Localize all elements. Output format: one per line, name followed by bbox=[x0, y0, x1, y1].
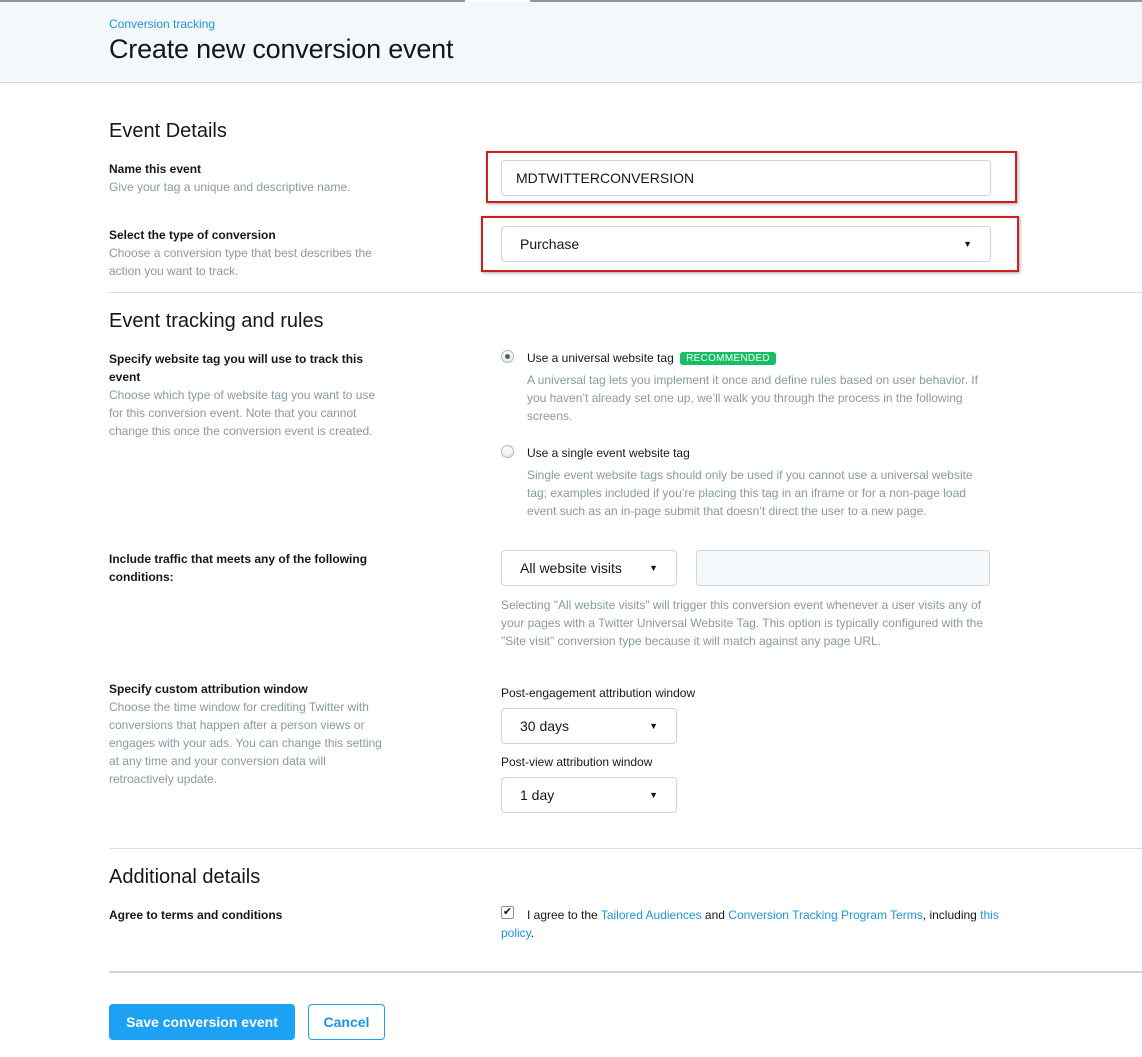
conversion-type-label: Select the type of conversion bbox=[109, 228, 276, 242]
page-header: Conversion tracking Create new conversio… bbox=[0, 2, 1142, 83]
page-title: Create new conversion event bbox=[109, 34, 454, 64]
post-engagement-select[interactable]: 30 days ▼ bbox=[501, 708, 677, 744]
chevron-down-icon: ▼ bbox=[963, 239, 972, 249]
post-view-label: Post-view attribution window bbox=[501, 755, 653, 769]
post-view-value: 1 day bbox=[520, 787, 555, 803]
terms-checkbox[interactable]: ✔ bbox=[501, 906, 514, 919]
terms-label: Agree to terms and conditions bbox=[109, 908, 283, 922]
conversion-type-help: Choose a conversion type that best descr… bbox=[109, 246, 372, 278]
cancel-button[interactable]: Cancel bbox=[308, 1004, 385, 1040]
single-event-tag-help: Single event website tags should only be… bbox=[527, 468, 973, 518]
conversion-type-value: Purchase bbox=[520, 236, 580, 252]
single-event-tag-label[interactable]: Use a single event website tag bbox=[527, 446, 690, 460]
section-title-additional-details: Additional details bbox=[109, 866, 261, 888]
checkmark-icon: ✔ bbox=[502, 906, 513, 918]
chevron-down-icon: ▼ bbox=[649, 790, 658, 800]
name-event-help: Give your tag a unique and descriptive n… bbox=[109, 180, 351, 194]
post-engagement-value: 30 days bbox=[520, 718, 570, 734]
traffic-condition-url-input bbox=[696, 550, 990, 586]
attribution-window-label: Specify custom attribution window bbox=[109, 682, 308, 696]
conversion-tracking-terms-link[interactable]: Conversion Tracking Program Terms bbox=[728, 908, 923, 922]
terms-after: , including bbox=[922, 908, 981, 922]
post-engagement-label: Post-engagement attribution window bbox=[501, 686, 696, 700]
terms-suffix: . bbox=[530, 926, 535, 940]
terms-mid: and bbox=[701, 908, 729, 922]
universal-tag-radio[interactable] bbox=[501, 350, 514, 363]
website-tag-label: Specify website tag you will use to trac… bbox=[109, 352, 364, 384]
breadcrumb-conversion-tracking[interactable]: Conversion tracking bbox=[109, 17, 215, 31]
traffic-conditions-label: Include traffic that meets any of the fo… bbox=[109, 552, 368, 584]
post-view-select[interactable]: 1 day ▼ bbox=[501, 777, 677, 813]
section-divider bbox=[109, 292, 1142, 293]
footer-divider bbox=[109, 971, 1142, 973]
traffic-condition-select[interactable]: All website visits ▼ bbox=[501, 550, 677, 586]
single-event-tag-radio[interactable] bbox=[501, 445, 514, 458]
save-conversion-event-button[interactable]: Save conversion event bbox=[109, 1004, 295, 1040]
terms-text: I agree to the Tailored Audiences and Co… bbox=[501, 906, 1001, 942]
section-title-event-details: Event Details bbox=[109, 120, 227, 142]
chevron-down-icon: ▼ bbox=[649, 721, 658, 731]
section-divider bbox=[109, 848, 1142, 849]
terms-prefix: I agree to the bbox=[527, 908, 601, 922]
section-title-event-tracking: Event tracking and rules bbox=[109, 310, 324, 332]
event-name-input[interactable] bbox=[501, 160, 991, 196]
chevron-down-icon: ▼ bbox=[649, 563, 658, 573]
universal-tag-help: A universal tag lets you implement it on… bbox=[527, 373, 978, 423]
traffic-condition-help: Selecting "All website visits" will trig… bbox=[501, 598, 984, 648]
tailored-audiences-link[interactable]: Tailored Audiences bbox=[601, 908, 702, 922]
universal-tag-option[interactable]: Use a universal website tag RECOMMENDED bbox=[527, 351, 776, 365]
conversion-type-select[interactable]: Purchase ▼ bbox=[501, 226, 991, 262]
website-tag-help: Choose which type of website tag you wan… bbox=[109, 388, 376, 438]
universal-tag-label: Use a universal website tag bbox=[527, 351, 674, 365]
name-event-label: Name this event bbox=[109, 162, 202, 176]
traffic-condition-value: All website visits bbox=[520, 560, 622, 576]
attribution-window-help: Choose the time window for crediting Twi… bbox=[109, 700, 382, 786]
recommended-badge: RECOMMENDED bbox=[680, 352, 776, 365]
